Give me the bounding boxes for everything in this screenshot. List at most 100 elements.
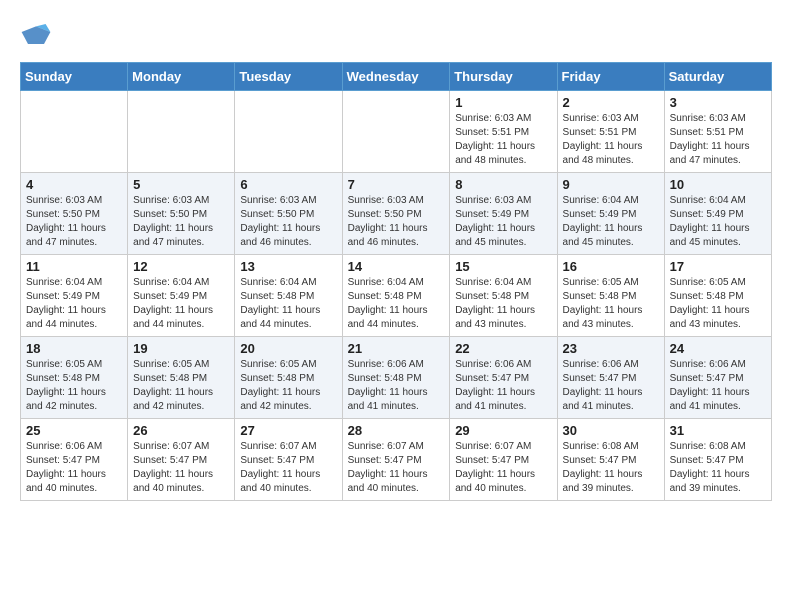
- day-info: Sunrise: 6:04 AM Sunset: 5:49 PM Dayligh…: [26, 276, 122, 332]
- day-number: 23: [563, 341, 659, 356]
- calendar-cell: 24 Sunrise: 6:06 AM Sunset: 5:47 PM Dayli…: [664, 337, 771, 419]
- calendar-cell: 6Sunrise: 6:03 AM Sunset: 5:50 PM Daylig…: [235, 173, 342, 255]
- header-day-saturday: Saturday: [664, 63, 771, 91]
- day-info: Sunrise: 6:06 AM Sunset: 5:47 PM Dayligh…: [455, 358, 551, 414]
- day-info: Sunrise: 6:06 AM Sunset: 5:47 PM Dayligh…: [670, 358, 766, 414]
- calendar-cell: 10 Sunrise: 6:04 AM Sunset: 5:49 PM Dayli…: [664, 173, 771, 255]
- day-number: 26: [133, 423, 229, 438]
- day-info: Sunrise: 6:07 AM Sunset: 5:47 PM Dayligh…: [240, 440, 336, 496]
- day-info: Sunrise: 6:04 AM Sunset: 5:49 PM Dayligh…: [133, 276, 229, 332]
- day-info: Sunrise: 6:08 AM Sunset: 5:47 PM Dayligh…: [670, 440, 766, 496]
- calendar-cell: 13 Sunrise: 6:04 AM Sunset: 5:48 PM Dayli…: [235, 255, 342, 337]
- day-number: 24: [670, 341, 766, 356]
- day-number: 16: [563, 259, 659, 274]
- day-info: Sunrise: 6:05 AM Sunset: 5:48 PM Dayligh…: [563, 276, 659, 332]
- day-info: Sunrise: 6:03 AM Sunset: 5:51 PM Dayligh…: [563, 112, 659, 168]
- day-number: 25: [26, 423, 122, 438]
- day-info: Sunrise: 6:06 AM Sunset: 5:47 PM Dayligh…: [563, 358, 659, 414]
- calendar-cell: 2 Sunrise: 6:03 AM Sunset: 5:51 PM Daylig…: [557, 91, 664, 173]
- day-info: Sunrise: 6:03 AM Sunset: 5:50 PM Dayligh…: [348, 194, 445, 250]
- day-info: Sunrise: 6:04 AM Sunset: 5:48 PM Dayligh…: [240, 276, 336, 332]
- day-number: 29: [455, 423, 551, 438]
- day-info: Sunrise: 6:05 AM Sunset: 5:48 PM Dayligh…: [670, 276, 766, 332]
- calendar-cell: 20Sunrise: 6:05 AM Sunset: 5:48 PM Dayli…: [235, 337, 342, 419]
- calendar-cell: 29Sunrise: 6:07 AM Sunset: 5:47 PM Dayli…: [450, 419, 557, 501]
- day-info: Sunrise: 6:04 AM Sunset: 5:48 PM Dayligh…: [455, 276, 551, 332]
- day-info: Sunrise: 6:05 AM Sunset: 5:48 PM Dayligh…: [26, 358, 122, 414]
- day-number: 17: [670, 259, 766, 274]
- day-info: Sunrise: 6:04 AM Sunset: 5:48 PM Dayligh…: [348, 276, 445, 332]
- day-number: 19: [133, 341, 229, 356]
- day-info: Sunrise: 6:03 AM Sunset: 5:50 PM Dayligh…: [133, 194, 229, 250]
- day-info: Sunrise: 6:08 AM Sunset: 5:47 PM Dayligh…: [563, 440, 659, 496]
- calendar-cell: 26Sunrise: 6:07 AM Sunset: 5:47 PM Dayli…: [128, 419, 235, 501]
- day-number: 7: [348, 177, 445, 192]
- day-info: Sunrise: 6:06 AM Sunset: 5:47 PM Dayligh…: [26, 440, 122, 496]
- day-info: Sunrise: 6:03 AM Sunset: 5:50 PM Dayligh…: [240, 194, 336, 250]
- calendar-cell: 21Sunrise: 6:06 AM Sunset: 5:48 PM Dayli…: [342, 337, 450, 419]
- day-info: Sunrise: 6:04 AM Sunset: 5:49 PM Dayligh…: [563, 194, 659, 250]
- day-info: Sunrise: 6:03 AM Sunset: 5:50 PM Dayligh…: [26, 194, 122, 250]
- calendar-cell: 5 Sunrise: 6:03 AM Sunset: 5:50 PM Daylig…: [128, 173, 235, 255]
- day-number: 9: [563, 177, 659, 192]
- calendar-cell: 7 Sunrise: 6:03 AM Sunset: 5:50 PM Daylig…: [342, 173, 450, 255]
- calendar-cell: 1 Sunrise: 6:03 AM Sunset: 5:51 PM Daylig…: [450, 91, 557, 173]
- calendar-cell: 15Sunrise: 6:04 AM Sunset: 5:48 PM Dayli…: [450, 255, 557, 337]
- day-number: 2: [563, 95, 659, 110]
- day-number: 1: [455, 95, 551, 110]
- day-number: 11: [26, 259, 122, 274]
- day-number: 27: [240, 423, 336, 438]
- day-info: Sunrise: 6:05 AM Sunset: 5:48 PM Dayligh…: [240, 358, 336, 414]
- calendar-cell: 14Sunrise: 6:04 AM Sunset: 5:48 PM Dayli…: [342, 255, 450, 337]
- calendar-cell: 11 Sunrise: 6:04 AM Sunset: 5:49 PM Dayli…: [21, 255, 128, 337]
- calendar-cell: 23 Sunrise: 6:06 AM Sunset: 5:47 PM Dayli…: [557, 337, 664, 419]
- logo: [20, 20, 56, 52]
- calendar-week-1: 1 Sunrise: 6:03 AM Sunset: 5:51 PM Daylig…: [21, 91, 772, 173]
- header-day-friday: Friday: [557, 63, 664, 91]
- day-number: 30: [563, 423, 659, 438]
- day-number: 22: [455, 341, 551, 356]
- day-info: Sunrise: 6:05 AM Sunset: 5:48 PM Dayligh…: [133, 358, 229, 414]
- day-number: 5: [133, 177, 229, 192]
- calendar-cell: 22 Sunrise: 6:06 AM Sunset: 5:47 PM Dayli…: [450, 337, 557, 419]
- day-number: 21: [348, 341, 445, 356]
- header-day-thursday: Thursday: [450, 63, 557, 91]
- day-info: Sunrise: 6:07 AM Sunset: 5:47 PM Dayligh…: [348, 440, 445, 496]
- calendar-cell: 4Sunrise: 6:03 AM Sunset: 5:50 PM Daylig…: [21, 173, 128, 255]
- calendar-cell: [128, 91, 235, 173]
- calendar-cell: 18 Sunrise: 6:05 AM Sunset: 5:48 PM Dayli…: [21, 337, 128, 419]
- logo-icon: [20, 20, 52, 52]
- calendar-body: 1 Sunrise: 6:03 AM Sunset: 5:51 PM Daylig…: [21, 91, 772, 501]
- header-day-sunday: Sunday: [21, 63, 128, 91]
- day-info: Sunrise: 6:04 AM Sunset: 5:49 PM Dayligh…: [670, 194, 766, 250]
- calendar-header: SundayMondayTuesdayWednesdayThursdayFrid…: [21, 63, 772, 91]
- day-info: Sunrise: 6:03 AM Sunset: 5:51 PM Dayligh…: [670, 112, 766, 168]
- day-number: 8: [455, 177, 551, 192]
- calendar-week-5: 25 Sunrise: 6:06 AM Sunset: 5:47 PM Dayli…: [21, 419, 772, 501]
- calendar-cell: 8 Sunrise: 6:03 AM Sunset: 5:49 PM Daylig…: [450, 173, 557, 255]
- day-number: 3: [670, 95, 766, 110]
- calendar-cell: [21, 91, 128, 173]
- day-number: 28: [348, 423, 445, 438]
- day-number: 10: [670, 177, 766, 192]
- header-row: SundayMondayTuesdayWednesdayThursdayFrid…: [21, 63, 772, 91]
- day-number: 18: [26, 341, 122, 356]
- calendar-week-4: 18 Sunrise: 6:05 AM Sunset: 5:48 PM Dayli…: [21, 337, 772, 419]
- calendar-cell: 3 Sunrise: 6:03 AM Sunset: 5:51 PM Daylig…: [664, 91, 771, 173]
- day-number: 12: [133, 259, 229, 274]
- page-header: [20, 20, 772, 52]
- calendar-cell: [342, 91, 450, 173]
- calendar-cell: 28 Sunrise: 6:07 AM Sunset: 5:47 PM Dayli…: [342, 419, 450, 501]
- calendar-cell: [235, 91, 342, 173]
- header-day-monday: Monday: [128, 63, 235, 91]
- day-info: Sunrise: 6:03 AM Sunset: 5:51 PM Dayligh…: [455, 112, 551, 168]
- calendar-cell: 27 Sunrise: 6:07 AM Sunset: 5:47 PM Dayli…: [235, 419, 342, 501]
- calendar-cell: 25 Sunrise: 6:06 AM Sunset: 5:47 PM Dayli…: [21, 419, 128, 501]
- day-number: 31: [670, 423, 766, 438]
- calendar-cell: 16 Sunrise: 6:05 AM Sunset: 5:48 PM Dayli…: [557, 255, 664, 337]
- calendar-week-2: 4Sunrise: 6:03 AM Sunset: 5:50 PM Daylig…: [21, 173, 772, 255]
- calendar-cell: 17 Sunrise: 6:05 AM Sunset: 5:48 PM Dayli…: [664, 255, 771, 337]
- day-info: Sunrise: 6:03 AM Sunset: 5:49 PM Dayligh…: [455, 194, 551, 250]
- day-number: 13: [240, 259, 336, 274]
- calendar-cell: 12 Sunrise: 6:04 AM Sunset: 5:49 PM Dayli…: [128, 255, 235, 337]
